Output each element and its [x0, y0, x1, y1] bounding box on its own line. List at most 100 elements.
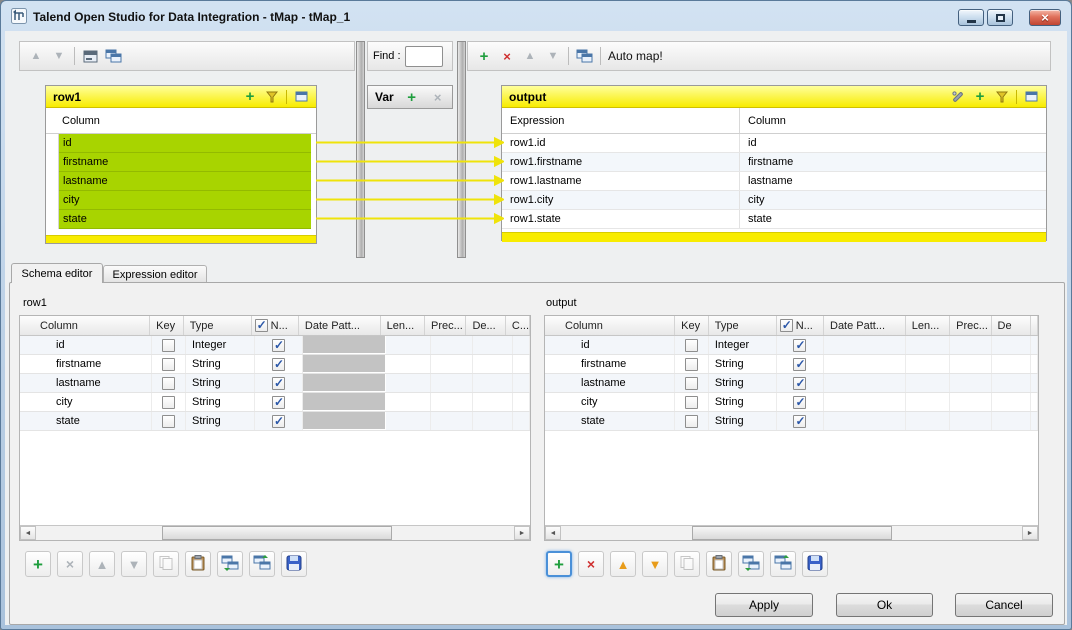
nullable-checkbox[interactable] [793, 396, 806, 409]
nullable-cell[interactable] [255, 412, 303, 430]
input-row-cell[interactable]: firstname [59, 153, 311, 172]
input-row[interactable]: id [46, 134, 316, 153]
filter-icon[interactable] [994, 88, 1010, 106]
length-cell[interactable] [386, 412, 431, 430]
precision-cell[interactable] [950, 393, 991, 411]
apply-button[interactable]: Apply [715, 593, 813, 617]
precision-cell[interactable] [950, 336, 991, 354]
nullable-checkbox[interactable] [272, 377, 285, 390]
nullable-all-checkbox[interactable] [255, 319, 268, 332]
nullable-cell[interactable] [255, 374, 303, 392]
type-header[interactable]: Type [184, 316, 252, 335]
move-up-button[interactable]: ▲ [610, 551, 636, 577]
add-column-button[interactable]: + [25, 551, 51, 577]
column-header[interactable]: Column [20, 316, 150, 335]
move-down-icon[interactable]: ▼ [51, 47, 67, 65]
key-cell[interactable] [152, 355, 186, 373]
key-checkbox[interactable] [162, 396, 175, 409]
column-cell[interactable]: firstname [545, 355, 675, 373]
save-schema-button[interactable] [802, 551, 828, 577]
export-schema-button[interactable] [249, 551, 275, 577]
output-table-header[interactable]: output + [502, 86, 1046, 108]
output-expression-cell[interactable]: row1.state [502, 210, 740, 228]
output-column-cell[interactable]: city [740, 191, 1046, 209]
scroll-right-button[interactable]: ► [514, 526, 530, 540]
import-schema-button[interactable] [738, 551, 764, 577]
nullable-cell[interactable] [777, 393, 824, 411]
move-down-icon[interactable]: ▼ [545, 47, 561, 65]
scrollbar-thumb[interactable] [162, 526, 392, 540]
output-expression-cell[interactable]: row1.lastname [502, 172, 740, 190]
input-row[interactable]: firstname [46, 153, 316, 172]
precision-cell[interactable] [431, 412, 473, 430]
key-cell[interactable] [675, 355, 708, 373]
input-row-cell[interactable]: state [59, 210, 311, 229]
default-header[interactable]: De [992, 316, 1031, 335]
key-header[interactable]: Key [150, 316, 184, 335]
default-cell[interactable] [473, 393, 513, 411]
default-cell[interactable] [992, 393, 1031, 411]
add-output-table-icon[interactable]: + [476, 47, 492, 65]
default-cell[interactable] [992, 374, 1031, 392]
save-schema-button[interactable] [281, 551, 307, 577]
schema-row[interactable]: city String [20, 393, 530, 412]
output-column-cell[interactable]: state [740, 210, 1046, 228]
type-header[interactable]: Type [709, 316, 777, 335]
nullable-cell[interactable] [255, 336, 303, 354]
date-pattern-cell[interactable] [824, 412, 906, 430]
type-cell[interactable]: String [709, 412, 777, 430]
length-cell[interactable] [906, 374, 950, 392]
nullable-cell[interactable] [255, 393, 303, 411]
length-header[interactable]: Len... [381, 316, 425, 335]
column-cell[interactable]: lastname [20, 374, 152, 392]
move-up-button[interactable]: ▲ [89, 551, 115, 577]
scroll-left-button[interactable]: ◄ [545, 526, 561, 540]
nullable-all-checkbox[interactable] [780, 319, 793, 332]
comment-cell[interactable] [513, 374, 530, 392]
title-bar[interactable]: Talend Open Studio for Data Integration … [1, 1, 1071, 31]
nullable-header[interactable]: N... [777, 316, 824, 335]
column-cell[interactable]: id [20, 336, 152, 354]
date-pattern-cell[interactable] [824, 374, 906, 392]
key-cell[interactable] [675, 374, 708, 392]
output-expression-cell[interactable]: row1.id [502, 134, 740, 152]
input-row[interactable]: state [46, 210, 316, 229]
add-filter-icon[interactable]: + [242, 88, 258, 106]
precision-cell[interactable] [950, 374, 991, 392]
copy-button[interactable] [153, 551, 179, 577]
add-column-button[interactable]: + [546, 551, 572, 577]
output-row[interactable]: row1.city city [502, 191, 1046, 210]
length-cell[interactable] [906, 393, 950, 411]
move-up-icon[interactable]: ▲ [28, 47, 44, 65]
nullable-header[interactable]: N... [252, 316, 299, 335]
output-row[interactable]: row1.lastname lastname [502, 172, 1046, 191]
precision-header[interactable]: Prec... [425, 316, 466, 335]
default-header[interactable]: De... [466, 316, 505, 335]
nullable-checkbox[interactable] [793, 339, 806, 352]
schema-row[interactable]: lastname String [20, 374, 530, 393]
input-row-cell[interactable]: city [59, 191, 311, 210]
minimize-button[interactable] [958, 9, 984, 26]
precision-cell[interactable] [431, 355, 473, 373]
remove-output-table-icon[interactable]: × [499, 47, 515, 65]
horizontal-scrollbar[interactable]: ◄ ► [20, 525, 530, 540]
comment-cell[interactable] [513, 393, 530, 411]
precision-cell[interactable] [431, 374, 473, 392]
column-cell[interactable]: state [545, 412, 675, 430]
close-button[interactable]: × [1029, 9, 1061, 26]
remove-column-button[interactable]: × [578, 551, 604, 577]
minimize-tables-icon[interactable] [82, 47, 98, 65]
key-cell[interactable] [675, 393, 708, 411]
schema-row[interactable]: id Integer [545, 336, 1038, 355]
key-cell[interactable] [152, 374, 186, 392]
nullable-cell[interactable] [777, 355, 824, 373]
comment-cell[interactable] [1031, 412, 1038, 430]
automap-button[interactable]: Auto map! [608, 49, 663, 63]
precision-cell[interactable] [950, 412, 991, 430]
input-row[interactable]: city [46, 191, 316, 210]
type-cell[interactable]: String [709, 374, 777, 392]
output-row[interactable]: row1.id id [502, 134, 1046, 153]
default-cell[interactable] [992, 355, 1031, 373]
schema-row[interactable]: firstname String [545, 355, 1038, 374]
date-pattern-header[interactable]: Date Patt... [824, 316, 906, 335]
